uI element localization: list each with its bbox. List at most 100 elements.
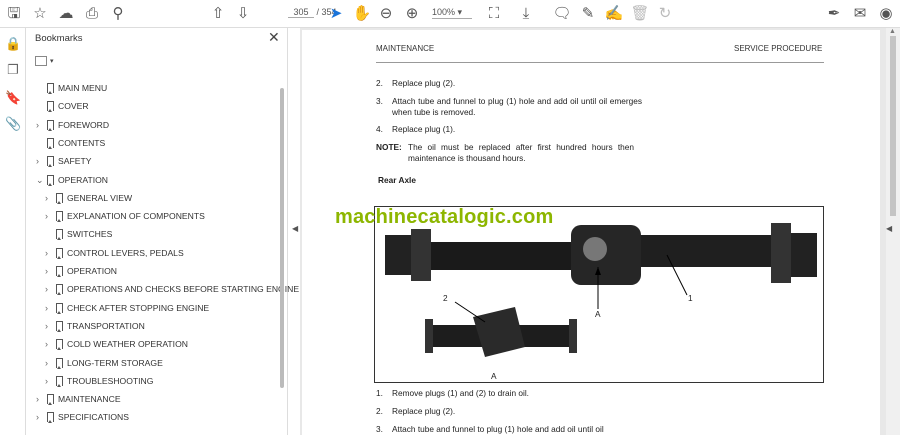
bookmark-item[interactable]: › OPERATIONS AND CHECKS BEFORE STARTING E… <box>45 281 299 297</box>
bookmark-label: FOREWORD <box>58 119 110 130</box>
chevron-right-icon[interactable]: › <box>36 391 44 407</box>
bookmark-item[interactable]: MAIN MENU <box>36 80 261 96</box>
chevron-right-icon[interactable]: › <box>36 117 44 133</box>
chevron-right-icon[interactable]: › <box>45 263 53 279</box>
bookmark-item[interactable]: SWITCHES <box>45 226 270 242</box>
bookmark-item[interactable]: › FOREWORD <box>36 117 261 133</box>
watermark: machinecatalogic.com <box>335 206 554 228</box>
bookmark-icon <box>56 211 63 223</box>
bookmark-icon <box>47 174 54 186</box>
bookmark-options-icon[interactable] <box>35 56 47 66</box>
bookmark-label: TROUBLESHOOTING <box>67 375 154 386</box>
account-icon[interactable]: ◉ <box>876 4 896 24</box>
bookmark-item[interactable]: › SAFETY <box>36 153 261 169</box>
draw-icon[interactable]: ✍ <box>604 4 624 24</box>
zoom-out-icon[interactable]: ⊖ <box>376 4 396 24</box>
bookmark-item[interactable]: › TRANSPORTATION <box>45 318 270 334</box>
bookmark-icon <box>47 412 54 424</box>
bookmark-icon <box>56 229 63 241</box>
document-scrollbar[interactable]: ▲ ◀ <box>886 28 900 435</box>
comment-icon[interactable]: 🗨 <box>552 4 572 24</box>
bookmark-item[interactable]: › EXPLANATION OF COMPONENTS <box>45 208 270 224</box>
bookmark-item[interactable]: › OPERATION <box>45 263 270 279</box>
attachments-icon[interactable]: 📎 <box>5 116 21 132</box>
step-text: Replace plug (1). <box>392 124 456 134</box>
fit-page-icon[interactable]: ⛶ <box>484 4 504 24</box>
zoom-in-icon[interactable]: ⊕ <box>402 4 422 24</box>
upload-icon[interactable]: ☁ <box>56 4 76 24</box>
search-icon[interactable]: ⚲ <box>108 4 128 24</box>
chevron-down-icon[interactable]: ⌄ <box>36 172 44 188</box>
highlight-icon[interactable]: ✎ <box>578 4 598 24</box>
bookmark-item[interactable]: ⌄ OPERATION <box>36 172 261 188</box>
bookmark-icon <box>47 156 54 168</box>
bookmark-icon <box>56 302 63 314</box>
save-icon[interactable]: 🖫 <box>4 4 24 24</box>
chevron-right-icon[interactable]: › <box>45 190 53 206</box>
bookmark-icon <box>56 357 63 369</box>
page-number-input[interactable]: 305 <box>288 7 314 18</box>
expand-right-panel-icon[interactable]: ◀ <box>886 224 892 233</box>
bookmark-label: TRANSPORTATION <box>67 320 145 331</box>
chevron-right-icon[interactable]: › <box>45 336 53 352</box>
bookmark-item[interactable]: COVER <box>36 98 261 114</box>
header-left: MAINTENANCE <box>376 44 435 53</box>
chevron-down-icon[interactable]: ▾ <box>50 57 54 65</box>
bookmark-item[interactable]: › CONTROL LEVERS, PEDALS <box>45 245 270 261</box>
chevron-right-icon[interactable]: › <box>45 300 53 316</box>
panel-scrollbar[interactable] <box>280 88 284 388</box>
chevron-right-icon[interactable]: › <box>45 373 53 389</box>
header-right: SERVICE PROCEDURE <box>734 44 823 53</box>
step-text: Attach tube and funnel to plug (1) hole … <box>392 96 642 117</box>
print-icon[interactable]: ⎙ <box>82 4 102 24</box>
page-up-icon[interactable]: ⇧ <box>208 4 228 24</box>
sign-icon[interactable]: ✒ <box>824 4 844 24</box>
bookmark-icon <box>56 375 63 387</box>
chevron-right-icon[interactable]: › <box>36 409 44 425</box>
step-text: Replace plug (2). <box>392 406 456 416</box>
chevron-right-icon[interactable]: › <box>45 318 53 334</box>
hand-icon[interactable]: ✋ <box>352 4 372 24</box>
scrollbar-thumb[interactable] <box>890 36 896 216</box>
select-cursor-icon[interactable]: ➤ <box>326 4 346 24</box>
step-num: 4. <box>376 124 383 134</box>
email-icon[interactable]: ✉ <box>850 4 870 24</box>
bookmarks-icon[interactable]: 🔖 <box>5 90 21 106</box>
bookmark-label: LONG-TERM STORAGE <box>67 357 163 368</box>
bookmark-label: OPERATION <box>58 174 108 185</box>
chevron-right-icon[interactable]: › <box>45 355 53 371</box>
bookmark-item[interactable]: › CHECK AFTER STOPPING ENGINE <box>45 300 270 316</box>
bookmark-item[interactable]: CONTENTS <box>36 135 261 151</box>
page-thumbnails-icon[interactable]: ❐ <box>5 62 21 78</box>
collapse-panel-icon[interactable]: ◀ <box>292 224 298 233</box>
lock-icon[interactable]: 🔒 <box>5 36 21 52</box>
chevron-right-icon[interactable]: › <box>45 281 53 297</box>
bookmark-item[interactable]: › SPECIFICATIONS <box>36 409 261 425</box>
left-icon-rail: 🔒 ❐ 🔖 📎 <box>0 28 26 435</box>
figure-label-2: 2 <box>443 293 448 303</box>
scroll-mode-icon[interactable]: ⤓ <box>516 4 536 24</box>
chevron-right-icon[interactable]: › <box>36 153 44 169</box>
bookmarks-panel: Bookmarks ✕ ▾ MAIN MENU COVER › FOREWORD CON… <box>26 28 299 435</box>
bookmark-star-icon[interactable]: ☆ <box>30 4 50 24</box>
chevron-right-icon[interactable]: › <box>45 208 53 224</box>
bookmark-icon <box>56 266 63 277</box>
bookmark-item[interactable]: › LONG-TERM STORAGE <box>45 355 270 371</box>
rotate-icon[interactable]: ↻ <box>655 4 675 24</box>
scroll-up-icon[interactable]: ▲ <box>889 28 896 35</box>
figure-label-a: A <box>491 371 497 381</box>
bookmark-icon <box>56 192 63 204</box>
page-down-icon[interactable]: ⇩ <box>233 4 253 24</box>
bookmark-item[interactable]: › MAINTENANCE <box>36 391 261 407</box>
bookmark-icon <box>47 101 54 113</box>
bookmark-item[interactable]: › COLD WEATHER OPERATION <box>45 336 270 352</box>
zoom-select[interactable]: 100% ▾ <box>432 7 472 19</box>
bookmark-item[interactable]: › TROUBLESHOOTING <box>45 373 270 389</box>
bookmark-icon <box>47 137 54 149</box>
delete-icon[interactable]: 🗑 <box>630 4 650 24</box>
bookmark-item[interactable]: › GENERAL VIEW <box>45 190 270 206</box>
close-icon[interactable]: ✕ <box>268 29 280 46</box>
section-title: Rear Axle <box>378 175 416 185</box>
chevron-right-icon[interactable]: › <box>45 245 53 261</box>
step-text: Remove plugs (1) and (2) to drain oil. <box>392 388 529 398</box>
